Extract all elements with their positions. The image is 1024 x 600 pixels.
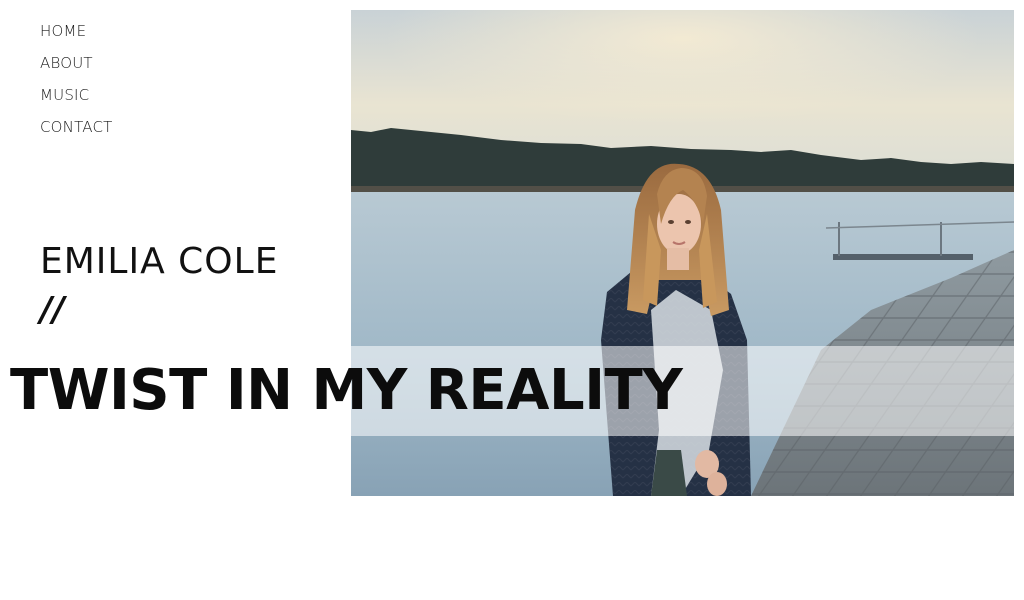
artist-name: EMILIA COLE <box>40 241 279 282</box>
page: HOME ABOUT MUSIC CONTACT EMILIA COLE // <box>0 0 1024 600</box>
nav-item-contact: CONTACT <box>40 116 113 148</box>
nav-link-home[interactable]: HOME <box>40 20 113 52</box>
nav-item-about: ABOUT <box>40 52 113 84</box>
nav-item-music: MUSIC <box>40 84 113 116</box>
nav-link-about[interactable]: ABOUT <box>40 52 113 84</box>
main-nav: HOME ABOUT MUSIC CONTACT <box>40 20 113 148</box>
separator-mark: // <box>40 290 65 330</box>
nav-item-home: HOME <box>40 20 113 52</box>
song-title: TWIST IN MY REALITY <box>10 358 683 423</box>
nav-link-music[interactable]: MUSIC <box>40 84 113 116</box>
nav-link-contact[interactable]: CONTACT <box>40 116 113 148</box>
